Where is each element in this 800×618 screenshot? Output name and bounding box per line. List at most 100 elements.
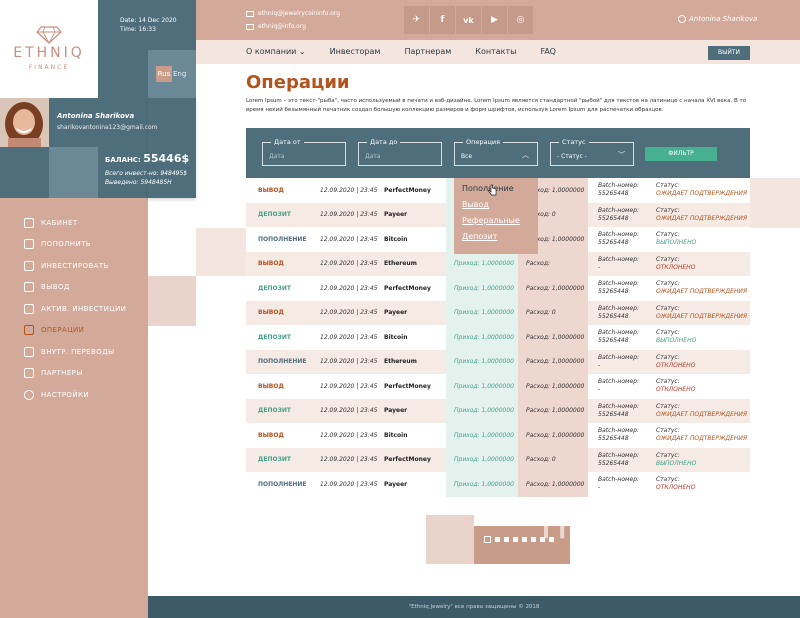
dropdown-item-topup[interactable]: Пополнение bbox=[462, 181, 538, 197]
status-value: ВЫПОЛНЕНО bbox=[656, 337, 697, 344]
pagination-dot[interactable] bbox=[531, 537, 536, 542]
avatar[interactable] bbox=[0, 98, 49, 147]
telegram-icon[interactable]: ✈ bbox=[404, 6, 429, 34]
decor-square bbox=[750, 178, 800, 228]
menu-item-about[interactable]: О компании ⌄ bbox=[246, 47, 306, 56]
logout-button[interactable]: ВЫЙТИ bbox=[708, 46, 750, 60]
date-to-field[interactable]: Дата до Дата bbox=[358, 138, 442, 166]
batch-label: Batch-номер: bbox=[598, 182, 640, 189]
operation-value: Все bbox=[461, 153, 473, 160]
sidebar-item-partners[interactable]: ПАРТНЕРЫ bbox=[24, 363, 148, 385]
table-row[interactable]: ПОПОЛНЕНИЕ 12.09.2020 | 23:45 Payeer Приход… bbox=[246, 472, 750, 497]
expense-amount: Расход: 0 bbox=[518, 447, 588, 472]
pagination-dot[interactable] bbox=[513, 537, 518, 542]
email-text: ethniq@jewelrycoininfo.org bbox=[258, 10, 341, 17]
pagination-dot[interactable] bbox=[504, 537, 509, 542]
sidebar-nav: КАБИНЕТ ПОПОЛНИТЬ ИНВЕСТИРОВАТЬ ВЫВОД АК… bbox=[24, 212, 148, 406]
table-row[interactable]: ДЕПОЗИТ 12.09.2020 | 23:45 PerfectMoney При… bbox=[246, 447, 750, 472]
pagination-dot[interactable] bbox=[522, 537, 527, 542]
menu-item-partners[interactable]: Партнерам bbox=[404, 47, 451, 56]
menu-item-contacts[interactable]: Контакты bbox=[475, 47, 516, 56]
watermark: hyip.com bbox=[540, 498, 751, 549]
brand-name: ETHNIQ bbox=[13, 45, 85, 61]
batch-value: 55265448 bbox=[598, 337, 629, 344]
lang-rus-button[interactable]: Rus bbox=[156, 66, 172, 82]
status-value: ВЫПОЛНЕНО bbox=[656, 239, 697, 246]
operations-icon bbox=[24, 325, 34, 336]
header-user[interactable]: Antonina Sharikova bbox=[678, 15, 757, 23]
decor-square bbox=[196, 228, 246, 276]
sidebar-item-deposit[interactable]: ПОПОЛНИТЬ bbox=[24, 234, 148, 256]
investment-stats: Всего инвест-но: 948495$ Выведено: 59484… bbox=[105, 169, 187, 187]
status-value: ОЖИДАЕТ ПОДТВЕРЖДЕНИЯ bbox=[656, 190, 748, 197]
table-row[interactable]: ВЫВОД 12.09.2020 | 23:45 Ethereum Приход: 1… bbox=[246, 251, 750, 276]
dropdown-item-withdraw[interactable]: Вывод bbox=[462, 197, 538, 213]
batch-value: - bbox=[598, 484, 601, 491]
logo[interactable]: ETHNIQ FINANCE bbox=[0, 0, 98, 98]
instagram-icon[interactable]: ◎ bbox=[508, 6, 533, 34]
operation-date: 12.09.2020 | 23:45 bbox=[320, 333, 378, 341]
operation-status: Статус: ОЖИДАЕТ ПОДТВЕРЖДЕНИЯ bbox=[656, 203, 747, 228]
batch-label: Batch-номер: bbox=[598, 255, 640, 263]
expense-amount: Расход: 1,0000000 bbox=[518, 472, 588, 497]
status-label: Статус: bbox=[656, 451, 680, 459]
table-row[interactable]: ДЕПОЗИТ 12.09.2020 | 23:45 Bitcoin Приход: … bbox=[246, 325, 750, 350]
status-value: ОЖИДАЕТ ПОДТВЕРЖДЕНИЯ bbox=[656, 312, 748, 320]
email-link[interactable]: ethniq@jewelrycoininfo.org bbox=[246, 10, 340, 17]
dropdown-item-referral[interactable]: Реферальные bbox=[462, 213, 538, 229]
sidebar-item-invest[interactable]: ИНВЕСТИРОВАТЬ bbox=[24, 255, 148, 277]
operation-status: Статус: ОЖИДАЕТ ПОДТВЕРЖДЕНИЯ bbox=[656, 423, 747, 448]
sidebar-item-transfers[interactable]: ВНУТР. ПЕРЕВОДЫ bbox=[24, 341, 148, 363]
operation-type: ВЫВОД bbox=[258, 431, 284, 439]
sidebar-item-label: ОПЕРАЦИИ bbox=[41, 326, 85, 335]
expense-amount: Расход: 1,0000000 bbox=[518, 276, 588, 301]
menu-item-investors[interactable]: Инвесторам bbox=[330, 47, 381, 56]
page-title: Операции bbox=[246, 72, 350, 93]
menu-item-faq[interactable]: FAQ bbox=[540, 47, 556, 56]
table-row[interactable]: ВЫВОД 12.09.2020 | 23:45 PerfectMoney Прихо… bbox=[246, 374, 750, 399]
operation-date: 12.09.2020 | 23:45 bbox=[320, 186, 378, 194]
operation-date: 12.09.2020 | 23:45 bbox=[320, 480, 378, 488]
sidebar-item-label: ПАРТНЕРЫ bbox=[41, 369, 83, 378]
income-amount: Приход: 1,0000000 bbox=[446, 325, 518, 350]
profile-decor-square bbox=[49, 147, 98, 198]
status-select[interactable]: Статус - Статус - ﹀ bbox=[550, 138, 634, 166]
facebook-icon[interactable]: f bbox=[430, 6, 455, 34]
operation-type: ДЕПОЗИТ bbox=[258, 333, 291, 341]
dropdown-item-deposit[interactable]: Депозит bbox=[462, 229, 538, 245]
sidebar-item-active-investments[interactable]: АКТИВ. ИНВЕСТИЦИИ bbox=[24, 298, 148, 320]
table-row[interactable]: ВЫВОД 12.09.2020 | 23:45 Bitcoin Приход: 1,… bbox=[246, 423, 750, 448]
active-investments-icon bbox=[24, 303, 34, 314]
table-row[interactable]: ДЕПОЗИТ 12.09.2020 | 23:45 PerfectMoney При… bbox=[246, 276, 750, 301]
envelope-icon bbox=[246, 23, 254, 30]
date-to-placeholder: Дата bbox=[365, 153, 381, 160]
date-from-field[interactable]: Дата от Дата bbox=[262, 138, 346, 166]
sidebar-item-settings[interactable]: НАСТРОЙКИ bbox=[24, 384, 148, 406]
filter-button[interactable]: ФИЛЬТР bbox=[645, 147, 717, 161]
batch-label: Batch-номер: bbox=[598, 206, 640, 214]
table-row[interactable]: ВЫВОД 12.09.2020 | 23:45 Payeer Приход: 1,0… bbox=[246, 300, 750, 325]
pagination-dot[interactable] bbox=[484, 536, 491, 543]
batch-number: Batch-номер: 55265448 bbox=[598, 227, 639, 252]
sidebar-item-withdraw[interactable]: ВЫВОД bbox=[24, 277, 148, 299]
balance: БАЛАНС: 55446$ bbox=[105, 152, 189, 165]
youtube-icon[interactable]: ▶ bbox=[482, 6, 507, 34]
date-from-label: Дата от bbox=[271, 138, 304, 146]
status-value: ОТКЛОНЕНО bbox=[656, 361, 696, 369]
status-label: Статус: bbox=[656, 378, 680, 385]
table-row[interactable]: ДЕПОЗИТ 12.09.2020 | 23:45 Payeer Приход: 1… bbox=[246, 398, 750, 423]
operation-select[interactable]: Операция Все ︿ bbox=[454, 138, 538, 166]
batch-value: 55265448 bbox=[598, 288, 629, 295]
vk-icon[interactable]: vk bbox=[456, 6, 481, 34]
batch-value: - bbox=[598, 361, 601, 369]
operation-status: Статус: ВЫПОЛНЕНО bbox=[656, 227, 696, 252]
table-row[interactable]: ПОПОЛНЕНИЕ 12.09.2020 | 23:45 Ethereum Прих… bbox=[246, 349, 750, 374]
email-link[interactable]: ethniq@info.org bbox=[246, 23, 306, 30]
income-amount: Приход: 1,0000000 bbox=[446, 374, 518, 399]
lang-eng-button[interactable]: Eng bbox=[173, 66, 186, 82]
sidebar-item-cabinet[interactable]: КАБИНЕТ bbox=[24, 212, 148, 234]
payment-system: Payeer bbox=[384, 211, 408, 219]
pagination-dot[interactable] bbox=[495, 537, 500, 542]
batch-label: Batch-номер: bbox=[598, 304, 640, 312]
sidebar-item-operations[interactable]: ОПЕРАЦИИ bbox=[24, 320, 148, 342]
